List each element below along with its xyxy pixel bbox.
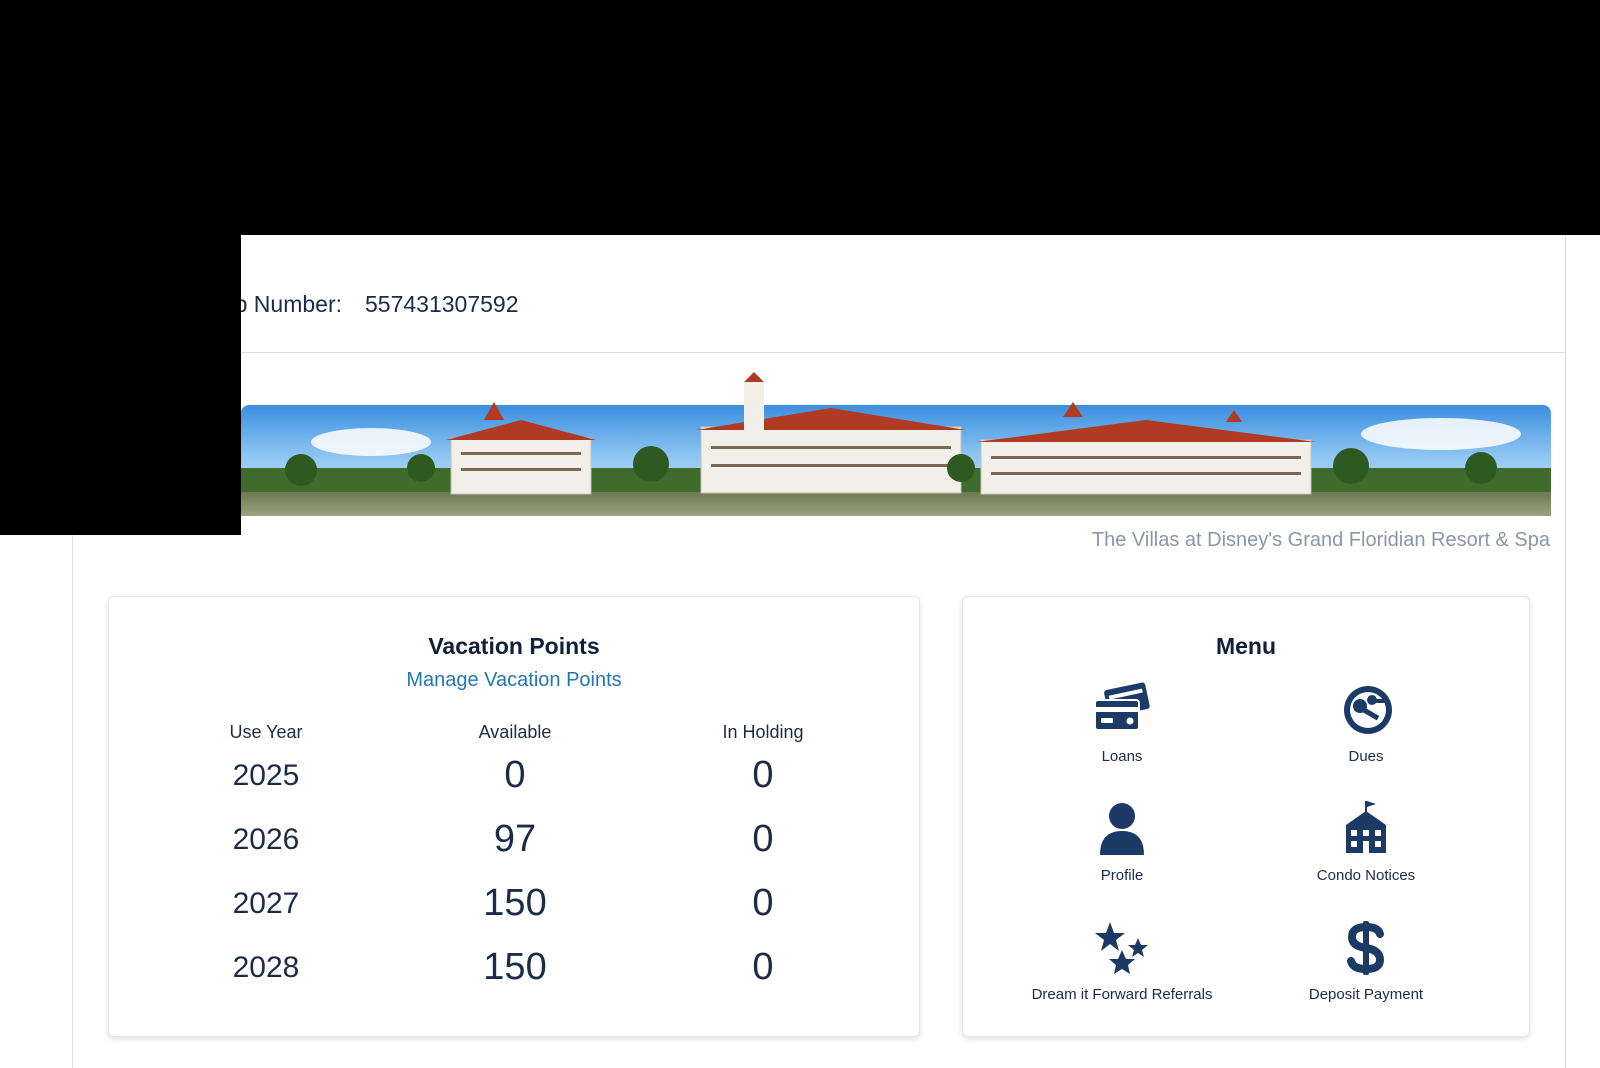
available-points-cell: 150 [483,946,547,988]
use-year-cell: 2027 [232,887,300,920]
content-border-left [72,535,73,1068]
vacation-points-card: Vacation Points Manage Vacation Points U… [108,596,920,1037]
menu-item-label: Profile [1100,867,1144,884]
menu-item-deposit-payment[interactable]: Deposit Payment [1246,920,1486,1030]
menu-card: Menu Loans Dues Profile Condo Notices Dr… [962,596,1530,1037]
menu-item-label: Dues [1348,748,1384,765]
menu-item-label: Condo Notices [1316,867,1416,884]
available-points-cell: 150 [483,882,547,924]
use-year-cell: 2026 [232,823,300,856]
available-points-cell: 0 [504,754,526,796]
use-year-cell: 2025 [232,759,300,792]
manage-vacation-points-link[interactable]: Manage Vacation Points [109,669,919,692]
header-divider [241,352,1566,353]
redaction-block-left [0,235,241,535]
menu-item-loans[interactable]: Loans [1002,682,1242,792]
menu-title: Menu [1215,633,1277,659]
column-header-in-holding: In Holding [722,722,804,742]
keys-icon [1336,682,1396,738]
menu-item-dream-it-forward-referrals[interactable]: Dream it Forward Referrals [1002,920,1242,1030]
use-year-cell: 2028 [232,951,300,984]
vacation-points-title: Vacation Points [428,633,600,659]
membership-number-line: Membership Number: 557431307592 [232,291,562,325]
dollar-sign-icon [1336,920,1396,976]
holding-points-cell: 0 [752,818,774,860]
available-points-cell: 97 [493,818,537,860]
membership-number: 557431307592 [365,291,519,317]
membership-label: Membership Number: [232,291,342,317]
stars-icon [1092,920,1152,976]
column-header-use-year: Use Year [229,722,303,742]
menu-item-dues[interactable]: Dues [1246,682,1486,792]
menu-item-label: Dream it Forward Referrals [1031,986,1213,1003]
column-header-available: Available [478,722,552,742]
resort-name: The Villas at Disney's Grand Floridian R… [1091,529,1550,551]
holding-points-cell: 0 [752,946,774,988]
menu-item-label: Deposit Payment [1308,986,1424,1003]
credit-cards-icon [1092,682,1152,738]
page: Membership Number: 557431307592 [0,0,1600,1068]
content-border-right [1565,235,1566,1068]
resort-banner-image [241,372,1551,516]
redaction-block-top [0,0,1600,235]
building-icon [1336,801,1396,857]
holding-points-cell: 0 [752,754,774,796]
holding-points-cell: 0 [752,882,774,924]
menu-item-profile[interactable]: Profile [1002,801,1242,911]
menu-item-condo-notices[interactable]: Condo Notices [1246,801,1486,911]
menu-item-label: Loans [1101,748,1143,765]
person-icon [1092,801,1152,857]
resort-panorama-illustration [241,372,1551,516]
